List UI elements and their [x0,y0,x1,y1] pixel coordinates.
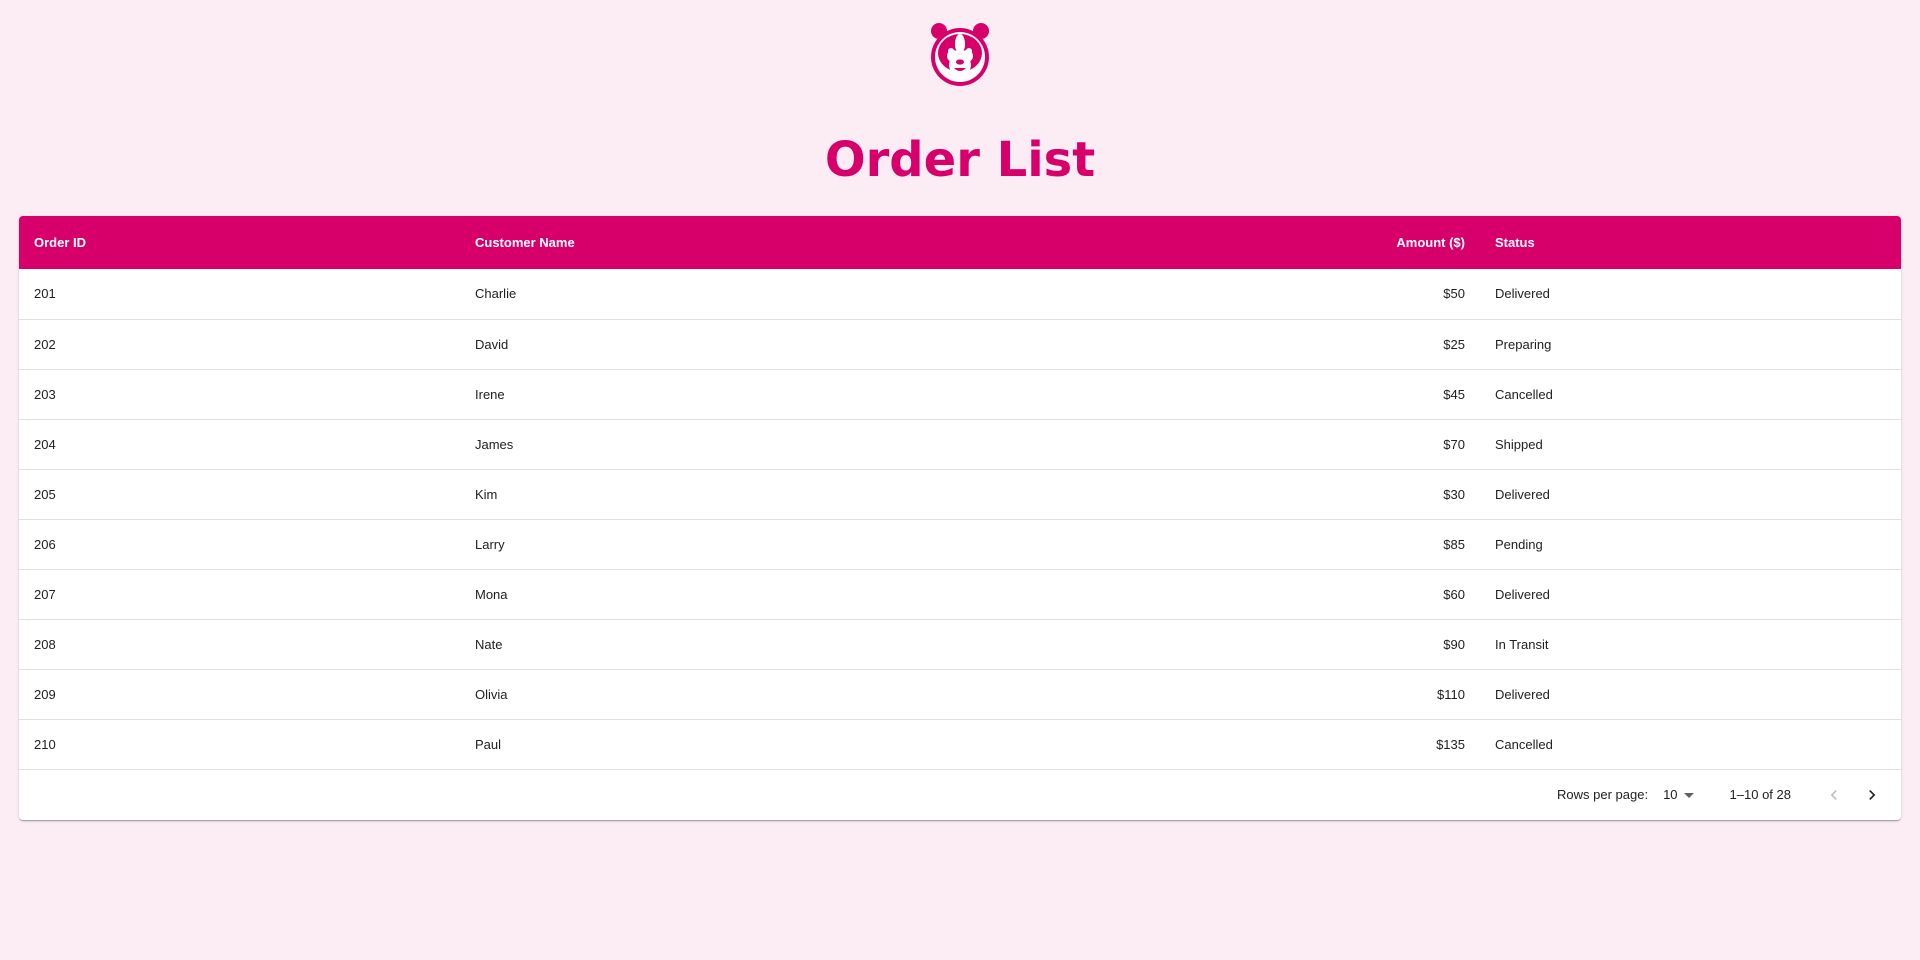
cell-order-id: 209 [19,669,460,720]
table-row[interactable]: 209 Olivia $110 Delivered [19,669,1901,720]
cell-status: Pending [1480,519,1901,570]
cell-order-id: 205 [19,469,460,520]
table-body: 201 Charlie $50 Delivered 202 David $25 Prepari… [19,269,1901,770]
chevron-left-icon [1830,789,1837,800]
cell-amount: $60 [1014,569,1480,620]
table-row[interactable]: 204 James $70 Shipped [19,419,1901,470]
cell-customer-name: Larry [460,519,1014,570]
next-page-button[interactable] [1853,776,1891,814]
cell-order-id: 202 [19,319,460,370]
table-row[interactable]: 206 Larry $85 Pending [19,519,1901,570]
table-header: Order ID Customer Name Amount ($) Status [19,216,1901,269]
rows-per-page-label: Rows per page: [1557,787,1649,802]
cell-order-id: 207 [19,569,460,620]
dropdown-caret-icon [1683,793,1694,798]
cell-status: In Transit [1480,619,1901,670]
column-header-order-id[interactable]: Order ID [19,216,460,269]
cell-order-id: 204 [19,419,460,470]
logo [0,20,1920,88]
cell-customer-name: Olivia [460,669,1014,720]
cell-customer-name: Mona [460,569,1014,620]
cell-amount: $135 [1014,719,1480,770]
table-row[interactable]: 202 David $25 Preparing [19,319,1901,370]
table-row[interactable]: 205 Kim $30 Delivered [19,469,1901,520]
rows-per-page-select[interactable]: 10 [1663,787,1694,802]
cell-order-id: 201 [19,269,460,320]
cell-customer-name: Nate [460,619,1014,670]
table-row[interactable]: 210 Paul $135 Cancelled [19,719,1901,770]
column-header-status[interactable]: Status [1480,216,1901,269]
cell-customer-name: Irene [460,369,1014,420]
cell-amount: $50 [1014,269,1480,320]
chevron-right-icon [1869,789,1876,800]
cell-customer-name: James [460,419,1014,470]
orders-table-card: Order ID Customer Name Amount ($) Status… [19,216,1901,820]
cell-status: Delivered [1480,469,1901,520]
table-row[interactable]: 201 Charlie $50 Delivered [19,269,1901,320]
cell-amount: $45 [1014,369,1480,420]
cell-amount: $70 [1014,419,1480,470]
panda-logo-icon [931,23,989,86]
cell-amount: $85 [1014,519,1480,570]
table-row[interactable]: 207 Mona $60 Delivered [19,569,1901,620]
cell-status: Preparing [1480,319,1901,370]
cell-status: Shipped [1480,419,1901,470]
column-header-amount[interactable]: Amount ($) [1014,216,1480,269]
table-header-row: Order ID Customer Name Amount ($) Status [19,216,1901,269]
previous-page-button[interactable] [1815,776,1853,814]
pagination-range: 1–10 of 28 [1729,787,1791,802]
cell-status: Delivered [1480,569,1901,620]
rows-per-page-value: 10 [1663,787,1678,802]
cell-status: Delivered [1480,269,1901,320]
cell-status: Cancelled [1480,719,1901,770]
cell-order-id: 210 [19,719,460,770]
table-row[interactable]: 203 Irene $45 Cancelled [19,369,1901,420]
cell-order-id: 203 [19,369,460,420]
cell-amount: $110 [1014,669,1480,720]
cell-amount: $30 [1014,469,1480,520]
table-row[interactable]: 208 Nate $90 In Transit [19,619,1901,670]
cell-customer-name: Kim [460,469,1014,520]
cell-customer-name: Charlie [460,269,1014,320]
cell-status: Cancelled [1480,369,1901,420]
orders-table: Order ID Customer Name Amount ($) Status… [19,216,1901,770]
cell-customer-name: Paul [460,719,1014,770]
cell-customer-name: David [460,319,1014,370]
page-title: Order List [824,132,1096,188]
cell-order-id: 206 [19,519,460,570]
cell-order-id: 208 [19,619,460,670]
column-header-customer-name[interactable]: Customer Name [460,216,1014,269]
cell-amount: $25 [1014,319,1480,370]
cell-status: Delivered [1480,669,1901,720]
cell-amount: $90 [1014,619,1480,670]
pagination-bar: Rows per page: 10 1–10 of 28 [19,770,1901,820]
